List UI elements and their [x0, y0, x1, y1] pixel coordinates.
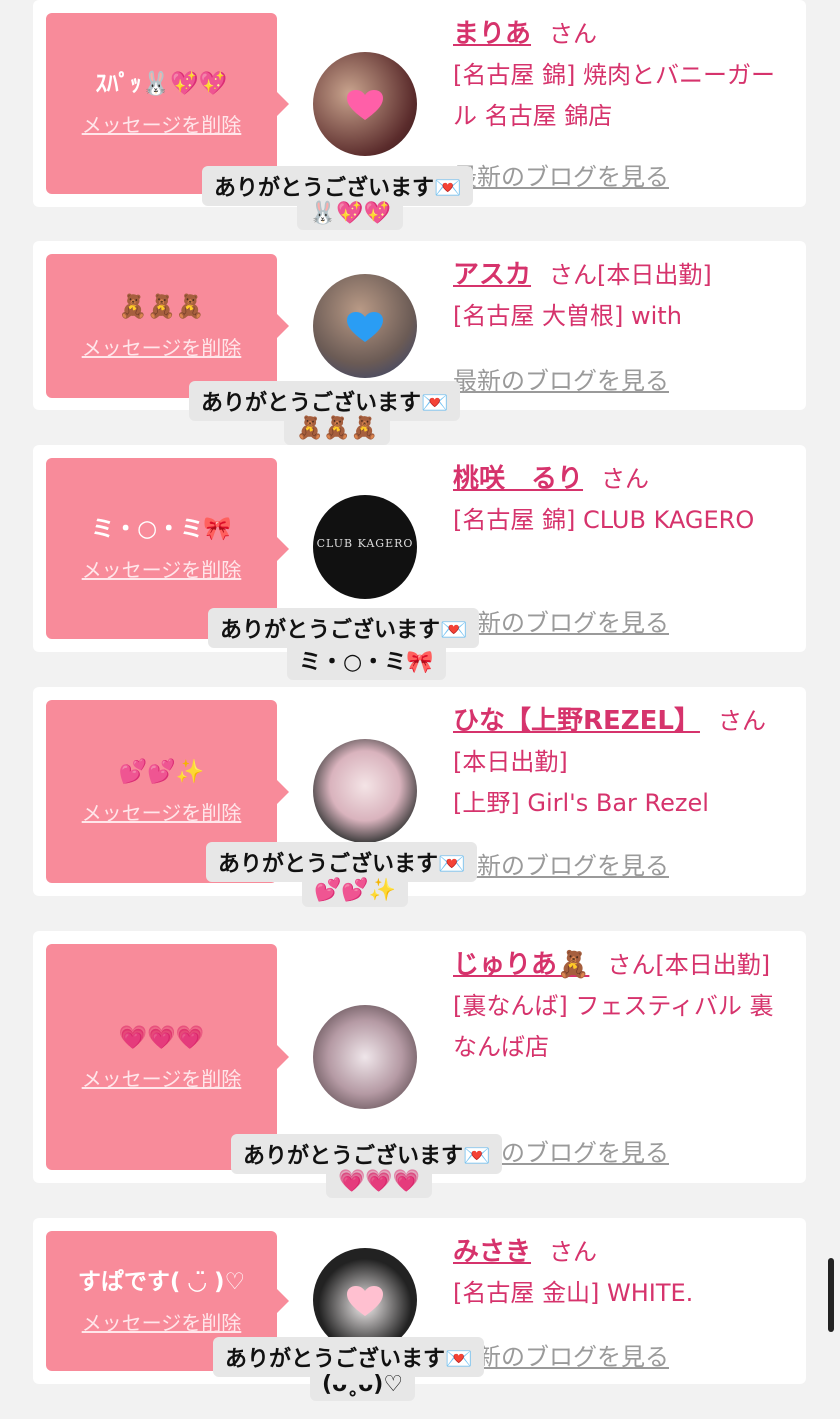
message-text: すぱです( ◡̈ )♡	[77, 1268, 246, 1295]
thanks-reply-emoji: 🐰💖💖	[297, 199, 404, 230]
message-bubble: 🧸🧸🧸 メッセージを削除	[46, 254, 289, 398]
status-text: [本日出勤]	[597, 261, 712, 289]
shop-name: [上野] Girl's Bar Rezel	[453, 789, 709, 817]
scrollbar[interactable]	[828, 1258, 834, 1332]
message-text: ｽﾊﾟｯ🐰💖💖	[95, 71, 228, 97]
delete-message-link[interactable]: メッセージを削除	[82, 1063, 242, 1092]
photo-avatar[interactable]	[313, 739, 417, 843]
honorific: さん	[549, 1238, 598, 1266]
thanks-reply-emoji: ミ・○・ミ🎀	[287, 642, 446, 680]
photo-avatar[interactable]	[313, 1005, 417, 1109]
avatar[interactable]	[313, 274, 417, 378]
cast-name-link[interactable]: じゅりあ🧸	[453, 950, 589, 980]
message-text: 💗💗💗	[118, 1024, 205, 1051]
message-text: 🧸🧸🧸	[118, 293, 205, 320]
cast-info: アスカ さん[本日出勤] [名古屋 大曽根] with	[453, 255, 793, 337]
club-logo[interactable]: CLUB KAGERO	[313, 495, 417, 599]
honorific: さん	[601, 465, 650, 493]
message-text: 💕💕✨	[118, 759, 205, 785]
shop-name: [裏なんば] フェスティバル 裏なんば店	[453, 992, 774, 1061]
latest-blog-link[interactable]: 最新のブログを見る	[453, 361, 669, 396]
avatar[interactable]	[313, 52, 417, 156]
latest-blog-link[interactable]: 最新のブログを見る	[453, 157, 669, 192]
latest-blog-link[interactable]: 最新のブログを見る	[453, 603, 669, 638]
cast-info: じゅりあ🧸 さん[本日出勤] [裏なんば] フェスティバル 裏なんば店	[453, 945, 793, 1068]
thanks-reply-emoji: (ᴗ˳ᴗ)♡	[310, 1370, 416, 1401]
pink-heart-icon	[347, 1286, 383, 1316]
delete-message-link[interactable]: メッセージを削除	[82, 109, 242, 138]
cast-name-link[interactable]: ひな【上野REZEL】	[453, 706, 700, 736]
honorific: さん	[549, 261, 598, 289]
delete-message-link[interactable]: メッセージを削除	[82, 554, 242, 583]
status-text: [本日出勤]	[655, 951, 771, 979]
honorific: さん	[607, 951, 656, 979]
honorific: さん	[717, 707, 766, 735]
cast-name-link[interactable]: みさき	[453, 1237, 531, 1267]
honorific: さん	[549, 20, 598, 48]
blue-heart-icon	[347, 312, 383, 342]
latest-blog-link[interactable]: 最新のブログを見る	[453, 1337, 669, 1372]
latest-blog-link[interactable]: 最新のブログを見る	[453, 846, 669, 881]
delete-message-link[interactable]: メッセージを削除	[82, 797, 242, 826]
cast-info: まりあ さん [名古屋 錦] 焼肉とバニーガール 名古屋 錦店	[453, 14, 793, 137]
cast-name-link[interactable]: まりあ	[453, 19, 531, 49]
pink-heart-icon	[347, 90, 383, 120]
status-text: [本日出勤]	[453, 748, 568, 776]
shop-name: [名古屋 錦] 焼肉とバニーガール 名古屋 錦店	[453, 61, 775, 130]
club-logo-text: CLUB KAGERO	[316, 537, 414, 550]
thanks-reply-emoji: 💗💗💗	[326, 1167, 433, 1198]
cast-info: みさき さん [名古屋 金山] WHITE.	[453, 1232, 793, 1314]
shop-name: [名古屋 大曽根] with	[453, 302, 682, 330]
cast-name-link[interactable]: アスカ	[453, 260, 531, 290]
thanks-reply-emoji: 💕💕✨	[302, 876, 409, 907]
message-text: ミ・○・ミ🎀	[91, 516, 232, 542]
shop-name: [名古屋 金山] WHITE.	[453, 1279, 694, 1307]
cast-info: 桃咲 るり さん [名古屋 錦] CLUB KAGERO	[453, 459, 793, 541]
thanks-reply-emoji: 🧸🧸🧸	[284, 414, 391, 445]
delete-message-link[interactable]: メッセージを削除	[82, 1307, 242, 1336]
delete-message-link[interactable]: メッセージを削除	[82, 332, 242, 361]
shop-name: [名古屋 錦] CLUB KAGERO	[453, 506, 755, 534]
cast-info: ひな【上野REZEL】 さん [本日出勤] [上野] Girl's Bar Rez…	[453, 701, 793, 824]
cast-name-link[interactable]: 桃咲 るり	[453, 464, 583, 494]
